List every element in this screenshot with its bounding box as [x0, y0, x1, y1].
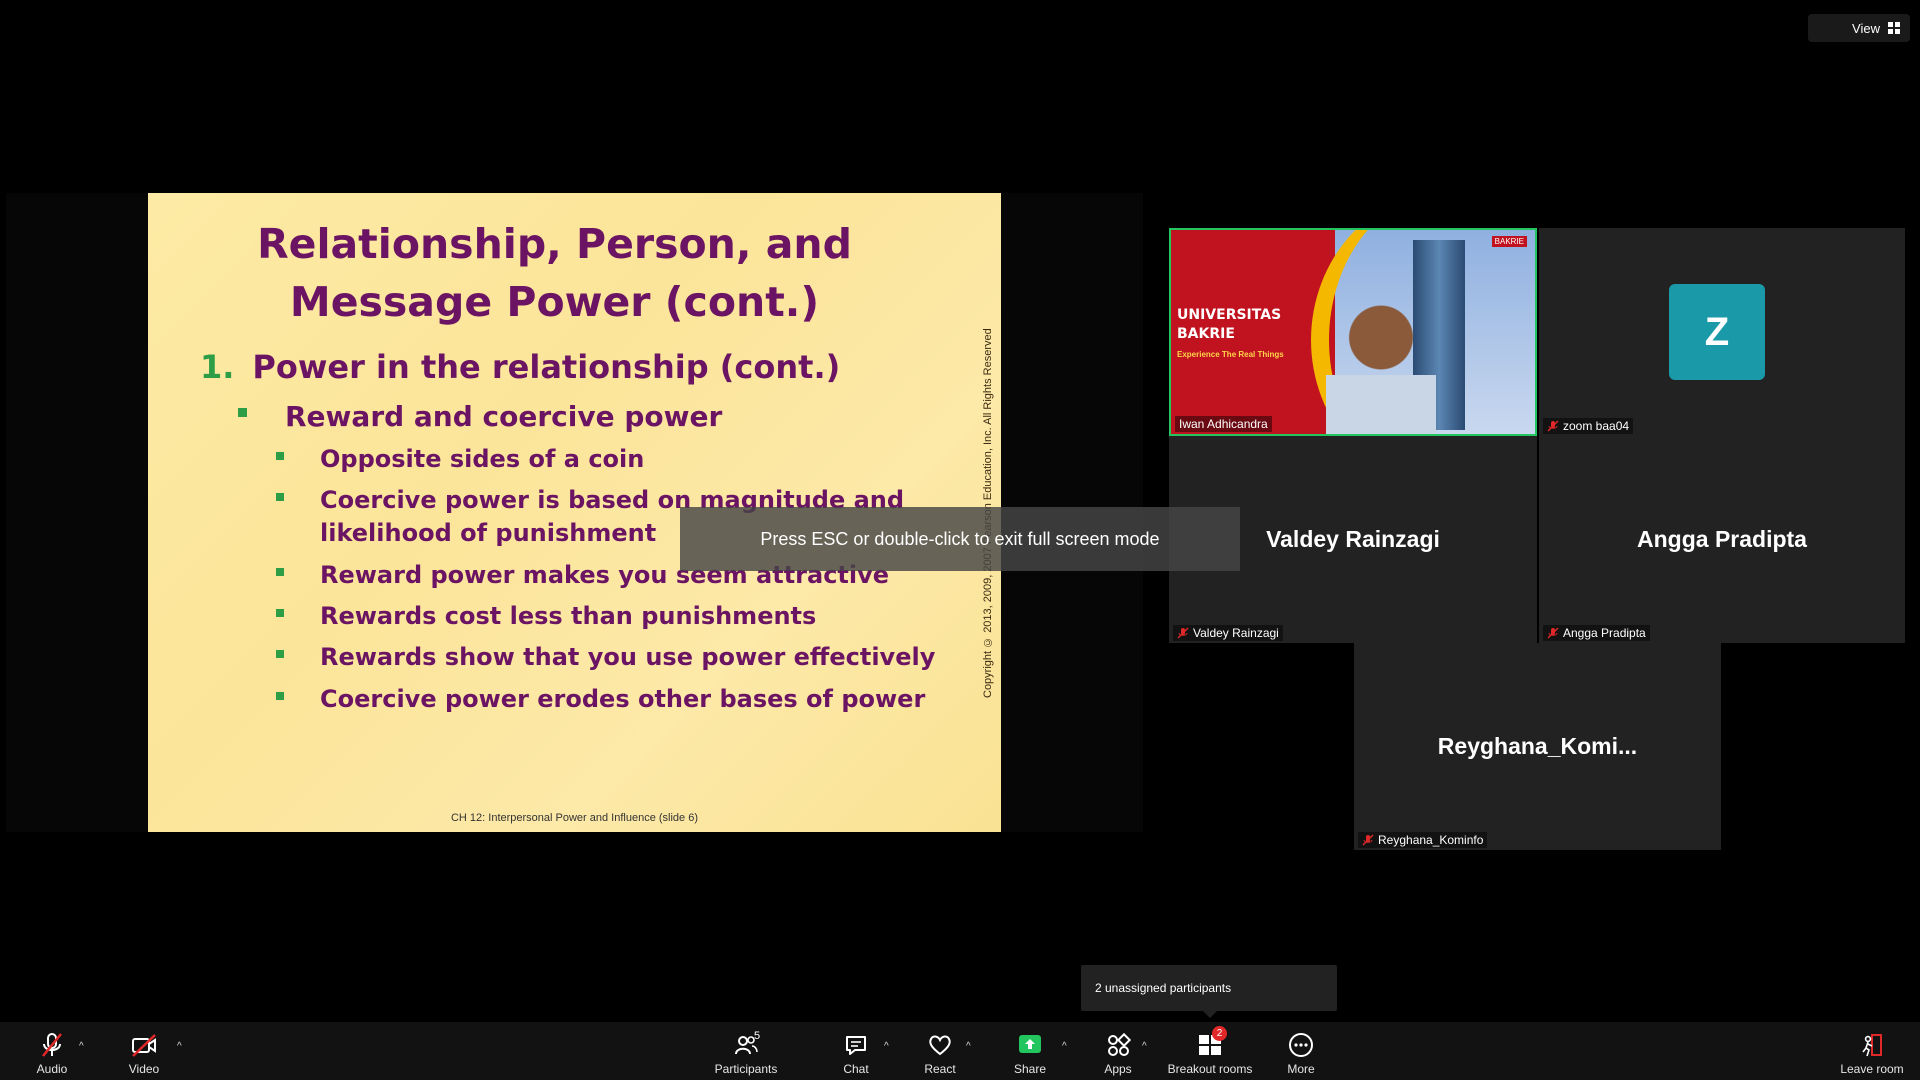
bullet-square-icon — [276, 493, 284, 501]
slide-bullet: Rewards show that you use power effectiv… — [276, 641, 935, 674]
mic-muted-icon — [1177, 627, 1189, 639]
participant-name: Reyghana_Komi... — [1437, 733, 1638, 759]
avatar: Z — [1669, 284, 1765, 380]
virtual-background-logo: BAKRIE — [1491, 236, 1527, 247]
participant-label: Reyghana_Kominfo — [1358, 832, 1488, 848]
bullet-square-icon — [238, 407, 247, 417]
more-dots-icon — [1289, 1033, 1313, 1057]
video-tile-zoom-baa04[interactable]: Z zoom baa04 — [1539, 228, 1905, 436]
apps-options-chevron-icon[interactable]: ^ — [1142, 1041, 1147, 1052]
chat-options-chevron-icon[interactable]: ^ — [884, 1041, 889, 1052]
react-options-chevron-icon[interactable]: ^ — [966, 1041, 971, 1052]
video-tile-iwan[interactable]: UNIVERSITAS BAKRIE Experience The Real Th… — [1169, 228, 1537, 436]
audio-options-chevron-icon[interactable]: ^ — [79, 1041, 84, 1052]
participants-button[interactable]: 5 Participants — [706, 1024, 786, 1076]
mic-muted-icon — [1547, 627, 1559, 639]
video-off-icon — [132, 1034, 156, 1057]
slide-bullet-text: Opposite sides of a coin — [320, 445, 645, 473]
slide-title: Relationship, Person, and Message Power … — [148, 215, 961, 331]
mic-muted-icon — [42, 1033, 62, 1057]
slide-title-line-1: Relationship, Person, and — [257, 220, 852, 268]
chat-bubble-icon — [846, 1036, 866, 1055]
slide-bullet-text: Rewards show that you use power effectiv… — [320, 643, 936, 671]
heart-icon — [929, 1035, 951, 1056]
breakout-rooms-button[interactable]: 2 Breakout rooms — [1166, 1024, 1254, 1076]
slide-level2-text: Reward and coercive power — [285, 400, 723, 433]
bullet-square-icon — [276, 568, 284, 576]
participant-name: Angga Pradipta — [1637, 526, 1807, 552]
slide-bullet: Rewards cost less than punishments — [276, 600, 816, 633]
video-label: Video — [128, 1062, 160, 1076]
slide-bullet: Coercive power erodes other bases of pow… — [276, 683, 925, 716]
video-options-chevron-icon[interactable]: ^ — [177, 1041, 182, 1052]
apps-icon — [1108, 1032, 1131, 1056]
slide-bullet-text: Rewards cost less than punishments — [320, 602, 817, 630]
view-label: View — [1852, 20, 1880, 36]
mic-muted-icon — [1547, 420, 1559, 432]
bullet-square-icon — [276, 609, 284, 617]
slide-level2-item: Reward and coercive power — [238, 400, 722, 433]
apps-label: Apps — [1104, 1062, 1132, 1076]
share-button[interactable]: Share — [990, 1024, 1070, 1076]
slide-bullet: Opposite sides of a coin — [276, 443, 644, 476]
fullscreen-exit-hint: Press ESC or double-click to exit full s… — [680, 507, 1240, 571]
slide-footer: CH 12: Interpersonal Power and Influence… — [450, 812, 699, 824]
virtual-background-title: UNIVERSITAS BAKRIE — [1177, 307, 1282, 342]
video-tile-reyghana[interactable]: Reyghana_Komi... Reyghana_Kominfo — [1354, 643, 1721, 850]
mic-muted-icon — [1362, 834, 1374, 846]
chat-label: Chat — [843, 1062, 869, 1076]
share-screen-icon — [1019, 1035, 1041, 1053]
slide-level1-item: 1. Power in the relationship (cont.) — [200, 348, 840, 386]
react-label: React — [924, 1062, 956, 1076]
bullet-square-icon — [276, 650, 284, 658]
leave-door-icon — [1862, 1034, 1882, 1057]
leave-room-button[interactable]: Leave room — [1832, 1024, 1912, 1076]
participants-count: 5 — [754, 1030, 761, 1042]
audio-label: Audio — [36, 1062, 68, 1076]
participant-label: Iwan Adhicandra — [1175, 416, 1272, 432]
share-options-chevron-icon[interactable]: ^ — [1062, 1041, 1067, 1052]
participant-label: Angga Pradipta — [1543, 625, 1650, 641]
slide-level1-number: 1. — [200, 348, 235, 386]
participant-label: zoom baa04 — [1543, 418, 1634, 434]
bullet-square-icon — [276, 452, 284, 460]
more-label: More — [1287, 1062, 1315, 1076]
slide-level1-text: Power in the relationship (cont.) — [252, 348, 841, 386]
meeting-toolbar: Audio ^ Video ^ 5 Participants Chat ^ Re… — [0, 1022, 1920, 1080]
video-tile-angga[interactable]: Angga Pradipta Angga Pradipta — [1539, 436, 1905, 643]
view-grid-icon — [1888, 22, 1900, 34]
slide-title-line-2: Message Power (cont.) — [289, 278, 820, 326]
leave-label: Leave room — [1840, 1062, 1904, 1076]
slide-bullet-text: Coercive power erodes other bases of pow… — [320, 685, 926, 713]
view-button[interactable]: View — [1808, 14, 1910, 42]
unassigned-participants-tooltip: 2 unassigned participants — [1081, 965, 1337, 1018]
participant-label: Valdey Rainzagi — [1173, 625, 1283, 641]
bullet-square-icon — [276, 692, 284, 700]
more-button[interactable]: More — [1261, 1024, 1341, 1076]
share-label: Share — [1013, 1062, 1047, 1076]
camera-feed: UNIVERSITAS BAKRIE Experience The Real Th… — [1171, 230, 1535, 434]
breakout-label: Breakout rooms — [1167, 1062, 1253, 1076]
virtual-background-subtitle: Experience The Real Things — [1177, 350, 1284, 359]
video-button[interactable]: Video — [104, 1024, 184, 1076]
participants-label: Participants — [714, 1062, 778, 1076]
breakout-badge: 2 — [1212, 1026, 1227, 1041]
